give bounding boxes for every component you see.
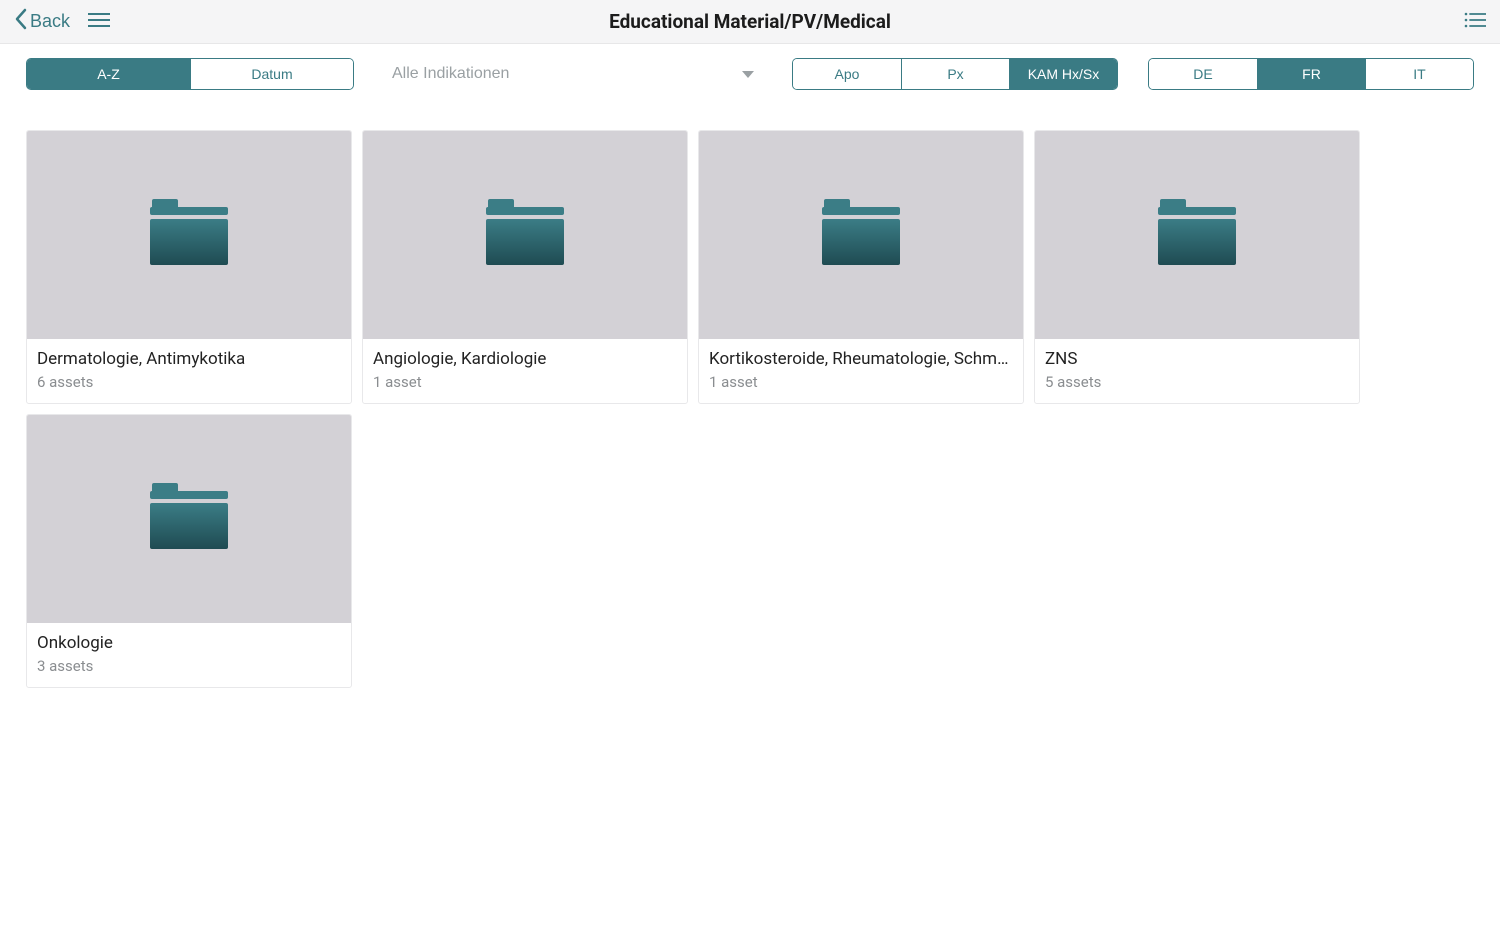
back-label: Back bbox=[30, 11, 70, 32]
sort-date[interactable]: Datum bbox=[190, 59, 353, 89]
list-icon bbox=[1464, 11, 1486, 32]
menu-button[interactable] bbox=[88, 12, 110, 31]
folder-info: Kortikosteroide, Rheumatologie, Schme… 1 … bbox=[699, 339, 1023, 403]
folder-info: ZNS 5 assets bbox=[1035, 339, 1359, 403]
folder-title: Kortikosteroide, Rheumatologie, Schme… bbox=[709, 349, 1013, 369]
sort-az[interactable]: A-Z bbox=[27, 59, 190, 89]
folder-card[interactable]: ZNS 5 assets bbox=[1034, 130, 1360, 404]
folder-info: Onkologie 3 assets bbox=[27, 623, 351, 687]
page-title: Educational Material/PV/Medical bbox=[609, 10, 891, 33]
lang-de[interactable]: DE bbox=[1149, 59, 1257, 89]
list-view-button[interactable] bbox=[1464, 11, 1486, 32]
folder-title: Onkologie bbox=[37, 633, 341, 653]
folder-icon bbox=[822, 199, 900, 271]
chevron-down-icon bbox=[742, 67, 754, 82]
folder-card[interactable]: Angiologie, Kardiologie 1 asset bbox=[362, 130, 688, 404]
folder-info: Dermatologie, Antimykotika 6 assets bbox=[27, 339, 351, 403]
channel-px[interactable]: Px bbox=[901, 59, 1009, 89]
chevron-left-icon bbox=[14, 8, 30, 35]
folder-card[interactable]: Dermatologie, Antimykotika 6 assets bbox=[26, 130, 352, 404]
folder-title: ZNS bbox=[1045, 349, 1349, 369]
channel-kam[interactable]: KAM Hx/Sx bbox=[1009, 59, 1117, 89]
folder-title: Angiologie, Kardiologie bbox=[373, 349, 677, 369]
folder-subtitle: 1 asset bbox=[709, 373, 1013, 391]
folder-subtitle: 3 assets bbox=[37, 657, 341, 675]
folder-grid: Dermatologie, Antimykotika 6 assets Angio… bbox=[0, 104, 1500, 714]
sort-segmented-control: A-Z Datum bbox=[26, 58, 354, 90]
folder-icon bbox=[486, 199, 564, 271]
folder-icon bbox=[150, 483, 228, 555]
folder-thumbnail bbox=[1035, 131, 1359, 339]
header-bar: Back Educational Material/PV/Medical bbox=[0, 0, 1500, 44]
channel-apo[interactable]: Apo bbox=[793, 59, 901, 89]
menu-icon bbox=[88, 12, 110, 31]
back-button[interactable]: Back bbox=[14, 8, 70, 35]
folder-subtitle: 5 assets bbox=[1045, 373, 1349, 391]
language-segmented-control: DE FR IT bbox=[1148, 58, 1474, 90]
folder-icon bbox=[150, 199, 228, 271]
channel-segmented-control: Apo Px KAM Hx/Sx bbox=[792, 58, 1118, 90]
folder-thumbnail bbox=[27, 415, 351, 623]
folder-subtitle: 1 asset bbox=[373, 373, 677, 391]
folder-card[interactable]: Onkologie 3 assets bbox=[26, 414, 352, 688]
folder-info: Angiologie, Kardiologie 1 asset bbox=[363, 339, 687, 403]
indication-dropdown-label: Alle Indikationen bbox=[392, 65, 509, 83]
folder-thumbnail bbox=[363, 131, 687, 339]
folder-thumbnail bbox=[699, 131, 1023, 339]
folder-thumbnail bbox=[27, 131, 351, 339]
folder-icon bbox=[1158, 199, 1236, 271]
lang-fr[interactable]: FR bbox=[1257, 59, 1365, 89]
lang-it[interactable]: IT bbox=[1365, 59, 1473, 89]
indication-dropdown[interactable]: Alle Indikationen bbox=[374, 58, 772, 90]
folder-title: Dermatologie, Antimykotika bbox=[37, 349, 341, 369]
folder-card[interactable]: Kortikosteroide, Rheumatologie, Schme… 1 … bbox=[698, 130, 1024, 404]
filter-bar: A-Z Datum Alle Indikationen Apo Px KAM H… bbox=[0, 44, 1500, 104]
folder-subtitle: 6 assets bbox=[37, 373, 341, 391]
